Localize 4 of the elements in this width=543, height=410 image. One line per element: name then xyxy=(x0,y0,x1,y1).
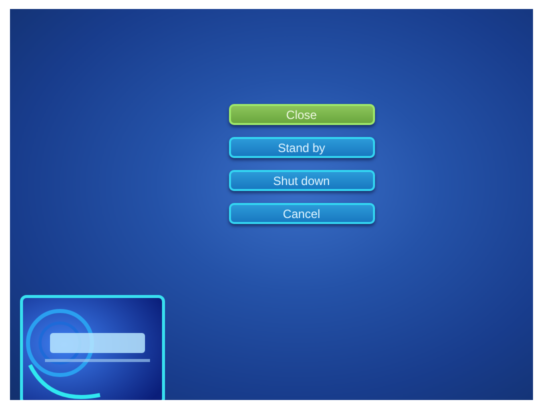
menu-button[interactable]: Cancel xyxy=(228,203,374,224)
menu-button[interactable]: Shut down xyxy=(228,170,374,191)
menu-button[interactable]: Close xyxy=(228,104,374,125)
menu-button[interactable]: Stand by xyxy=(228,137,374,158)
